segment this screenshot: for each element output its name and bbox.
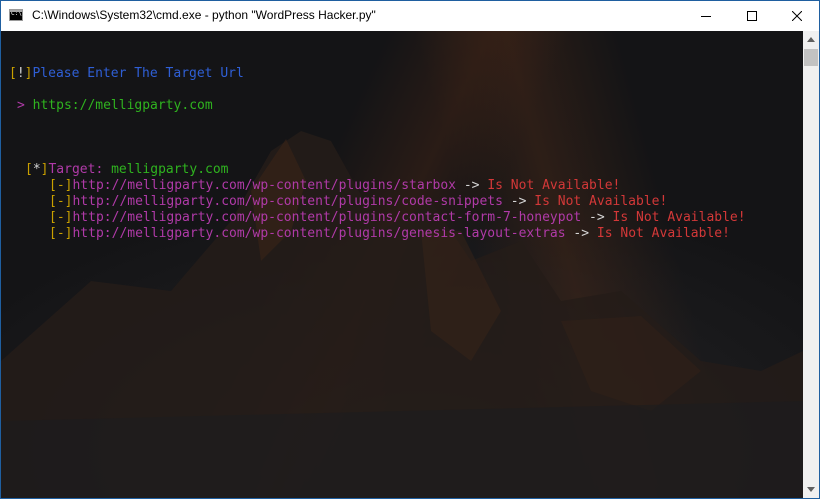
result-status: Is Not Available! xyxy=(534,194,668,209)
close-button[interactable] xyxy=(774,1,819,31)
prompt-bracket-open: [ xyxy=(9,66,17,81)
cmd-app-icon[interactable] xyxy=(9,9,23,21)
result-url: http://melligparty.com/wp-content/plugin… xyxy=(72,210,582,225)
result-arrow: -> xyxy=(573,226,590,241)
minimize-button[interactable] xyxy=(683,1,729,31)
result-marker: [-] xyxy=(49,226,73,241)
result-marker: [-] xyxy=(49,210,73,225)
chevron-down-icon xyxy=(807,487,815,492)
scroll-down-button[interactable] xyxy=(803,481,819,498)
scroll-up-button[interactable] xyxy=(803,31,819,48)
minimize-icon xyxy=(701,16,711,17)
vertical-scrollbar[interactable] xyxy=(803,31,819,498)
input-line: > https://melligparty.com xyxy=(17,98,213,114)
close-icon xyxy=(792,11,802,21)
title-bar[interactable]: C:\Windows\System32\cmd.exe - python "Wo… xyxy=(1,1,819,31)
window-title: C:\Windows\System32\cmd.exe - python "Wo… xyxy=(32,8,376,22)
target-bracket-open: [ xyxy=(25,162,33,177)
target-url-input: https://melligparty.com xyxy=(32,98,213,113)
target-line: [*]Target: melligparty.com xyxy=(25,162,229,178)
chevron-up-icon xyxy=(807,37,815,42)
scrollbar-thumb[interactable] xyxy=(804,49,818,66)
result-url: http://melligparty.com/wp-content/plugin… xyxy=(72,226,566,241)
target-value: melligparty.com xyxy=(111,162,229,177)
maximize-button[interactable] xyxy=(729,1,775,31)
result-marker: [-] xyxy=(49,194,73,209)
result-arrow: -> xyxy=(589,210,605,225)
input-arrow: > xyxy=(17,98,25,113)
result-line: [-]http://melligparty.com/wp-content/plu… xyxy=(49,178,620,194)
result-arrow: -> xyxy=(463,178,480,193)
prompt-text: Please Enter The Target Url xyxy=(32,66,244,81)
url-prompt-line: [!]Please Enter The Target Url xyxy=(9,66,244,82)
result-status: Is Not Available! xyxy=(612,210,746,225)
result-status: Is Not Available! xyxy=(596,226,730,241)
target-star: * xyxy=(32,162,41,177)
result-marker: [-] xyxy=(49,178,73,193)
prompt-bang: ! xyxy=(16,66,25,81)
result-status: Is Not Available! xyxy=(487,178,621,193)
result-url: http://melligparty.com/wp-content/plugin… xyxy=(72,194,503,209)
result-line: [-]http://melligparty.com/wp-content/plu… xyxy=(49,210,746,226)
terminal-output: [!]Please Enter The Target Url > https:/… xyxy=(1,31,746,271)
maximize-icon xyxy=(747,11,757,21)
result-arrow: -> xyxy=(510,194,527,209)
result-line: [-]http://melligparty.com/wp-content/plu… xyxy=(49,194,667,210)
result-line: [-]http://melligparty.com/wp-content/plu… xyxy=(49,226,730,242)
result-url: http://melligparty.com/wp-content/plugin… xyxy=(72,178,456,193)
console-area[interactable]: [!]Please Enter The Target Url > https:/… xyxy=(1,31,803,498)
target-label: Target: xyxy=(48,162,104,177)
cmd-window: C:\Windows\System32\cmd.exe - python "Wo… xyxy=(0,0,820,499)
